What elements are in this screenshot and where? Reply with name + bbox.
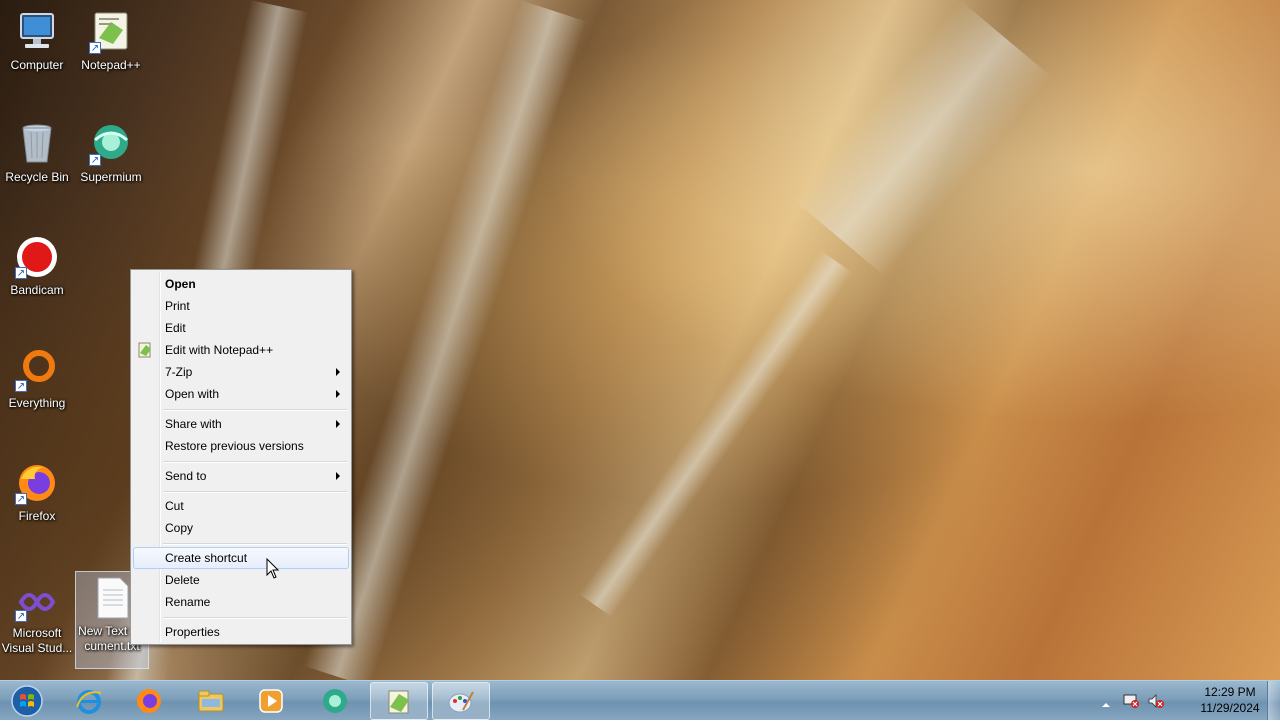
menu-item-edit-with-notepadpp[interactable]: Edit with Notepad++ [133, 339, 349, 361]
shortcut-arrow-icon: ↗ [15, 380, 27, 392]
taskbar-button-supermium[interactable] [307, 682, 365, 720]
menu-item-properties[interactable]: Properties [133, 621, 349, 643]
menu-item-restore-previous-versions[interactable]: Restore previous versions [133, 435, 349, 457]
computer-icon [15, 10, 59, 54]
desktop-icon-notepadpp[interactable]: ↗ Notepad++ [74, 10, 148, 73]
mouse-cursor-icon [266, 557, 280, 580]
menu-item-label: Open with [165, 387, 220, 401]
clock-time: 12:29 PM [1204, 685, 1256, 699]
wallpaper-streak [579, 250, 853, 617]
firefox-icon: ↗ [15, 461, 59, 505]
menu-item-cut[interactable]: Cut [133, 495, 349, 517]
menu-item-label: Send to [165, 469, 207, 483]
recycle-bin-icon [15, 122, 59, 166]
menu-item-open[interactable]: Open [133, 273, 349, 295]
taskbar-clock[interactable]: 12:29 PM 11/29/2024 [1195, 684, 1265, 716]
start-orb-icon [11, 685, 43, 717]
desktop-icon-label: Recycle Bin [5, 170, 69, 184]
desktop-icon-label: Microsoft Visual Stud... [1, 626, 73, 655]
supermium-icon [321, 687, 349, 715]
taskbar-button-internet-explorer[interactable] [61, 682, 119, 720]
show-desktop-button[interactable] [1267, 681, 1280, 720]
media-player-icon [257, 687, 285, 715]
taskbar [0, 680, 1280, 720]
paint-icon [447, 688, 475, 716]
taskbar-button-file-explorer[interactable] [183, 682, 241, 720]
visual-studio-icon: ↗ [15, 582, 59, 622]
taskbar-button-notepadpp[interactable] [370, 682, 428, 720]
desktop-icon-supermium[interactable]: ↗ Supermium [74, 122, 148, 185]
clock-date: 11/29/2024 [1200, 701, 1260, 715]
desktop-icon-label: Computer [10, 58, 64, 72]
desktop-icon-label: Everything [8, 396, 66, 410]
submenu-arrow-icon [336, 390, 340, 398]
desktop-icon-computer[interactable]: Computer [0, 10, 74, 73]
notepadpp-icon [385, 688, 413, 716]
notepadpp-icon [137, 342, 153, 358]
menu-item-label: Rename [165, 595, 211, 609]
menu-item-share-with[interactable]: Share with [133, 413, 349, 435]
submenu-arrow-icon [336, 420, 340, 428]
supermium-icon: ↗ [89, 122, 133, 166]
menu-item-label: Print [165, 299, 190, 313]
menu-separator [163, 543, 347, 545]
menu-separator [163, 409, 347, 411]
shortcut-arrow-icon: ↗ [15, 267, 27, 279]
menu-item-label: Share with [165, 417, 222, 431]
menu-item-7zip[interactable]: 7-Zip [133, 361, 349, 383]
context-menu[interactable]: Open Print Edit Edit with Notepad++ 7-Zi… [130, 269, 352, 645]
firefox-icon [135, 687, 163, 715]
menu-item-rename[interactable]: Rename [133, 591, 349, 613]
menu-item-copy[interactable]: Copy [133, 517, 349, 539]
desktop-icon-everything[interactable]: ↗ Everything [0, 348, 74, 411]
everything-search-icon: ↗ [15, 348, 59, 392]
shortcut-arrow-icon: ↗ [15, 493, 27, 505]
desktop-icon-label: Bandicam [10, 283, 64, 297]
menu-item-label: 7-Zip [165, 365, 193, 379]
menu-item-label: Edit [165, 321, 186, 335]
taskbar-button-paint[interactable] [432, 682, 490, 720]
menu-item-label: Create shortcut [165, 551, 248, 565]
desktop-icon-firefox[interactable]: ↗ Firefox [0, 461, 74, 524]
menu-item-label: Copy [165, 521, 194, 535]
desktop-icon-recycle-bin[interactable]: Recycle Bin [0, 122, 74, 185]
show-hidden-icons-icon[interactable] [1100, 695, 1112, 707]
menu-item-create-shortcut[interactable]: Create shortcut [133, 547, 349, 569]
wallpaper-streak [792, 0, 1052, 277]
shortcut-arrow-icon: ↗ [89, 42, 101, 54]
desktop-icon-label: Supermium [80, 170, 142, 184]
start-button[interactable] [4, 682, 50, 720]
menu-item-label: Restore previous versions [165, 439, 304, 453]
submenu-arrow-icon [336, 472, 340, 480]
menu-item-label: Edit with Notepad++ [165, 343, 274, 357]
menu-item-label: Open [165, 277, 196, 291]
desktop-icon-label: Notepad++ [81, 58, 141, 72]
file-explorer-icon [197, 687, 225, 715]
menu-separator [163, 461, 347, 463]
desktop-icon-label: Firefox [18, 509, 56, 523]
menu-item-print[interactable]: Print [133, 295, 349, 317]
text-file-icon [90, 576, 134, 620]
menu-item-send-to[interactable]: Send to [133, 465, 349, 487]
menu-item-label: Cut [165, 499, 184, 513]
menu-separator [163, 491, 347, 493]
shortcut-arrow-icon: ↗ [89, 154, 101, 166]
taskbar-button-media-player[interactable] [243, 682, 301, 720]
menu-item-delete[interactable]: Delete [133, 569, 349, 591]
notepadpp-icon: ↗ [89, 10, 133, 54]
menu-item-edit[interactable]: Edit [133, 317, 349, 339]
menu-item-open-with[interactable]: Open with [133, 383, 349, 405]
menu-item-label: Properties [165, 625, 220, 639]
desktop-icon-visual-studio[interactable]: ↗ Microsoft Visual Stud... [0, 582, 74, 656]
internet-explorer-icon [75, 687, 103, 715]
menu-separator [163, 617, 347, 619]
bandicam-icon: ↗ [15, 235, 59, 279]
taskbar-button-firefox[interactable] [121, 682, 179, 720]
menu-item-label: Delete [165, 573, 200, 587]
submenu-arrow-icon [336, 368, 340, 376]
volume-muted-icon[interactable] [1147, 692, 1165, 710]
shortcut-arrow-icon: ↗ [15, 610, 27, 622]
action-center-flag-icon[interactable] [1122, 692, 1140, 710]
desktop-icon-bandicam[interactable]: ↗ Bandicam [0, 235, 74, 298]
